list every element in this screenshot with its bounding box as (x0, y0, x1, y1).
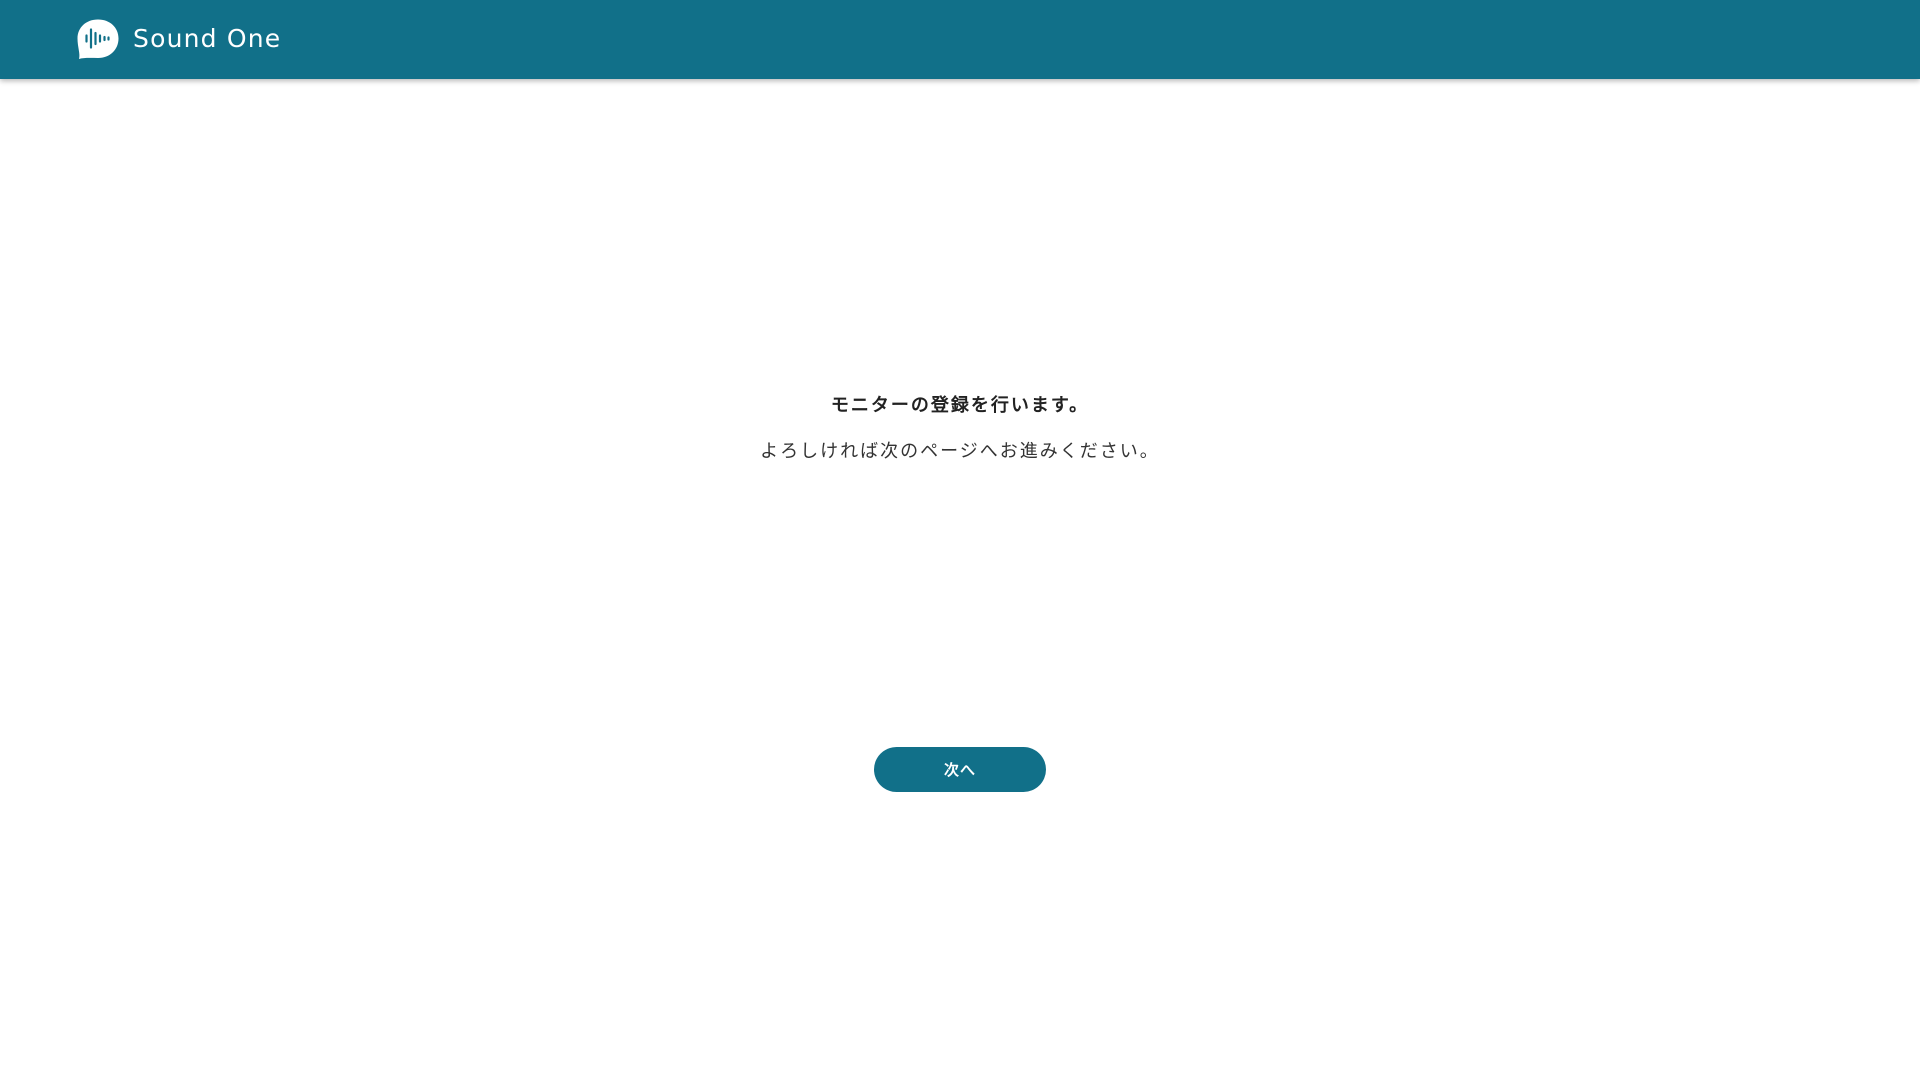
main-content: モニターの登録を行います。 よろしければ次のページへお進みください。 (0, 79, 1920, 1080)
next-button[interactable]: 次へ (874, 747, 1046, 792)
app-header: Sound One (0, 0, 1920, 79)
brand-name: Sound One (133, 24, 282, 53)
sound-wave-bubble-icon (77, 19, 119, 59)
instruction-text: よろしければ次のページへお進みください。 (760, 441, 1160, 462)
brand-logo-link[interactable]: Sound One (76, 18, 281, 60)
page-heading: モニターの登録を行います。 (830, 395, 1090, 416)
